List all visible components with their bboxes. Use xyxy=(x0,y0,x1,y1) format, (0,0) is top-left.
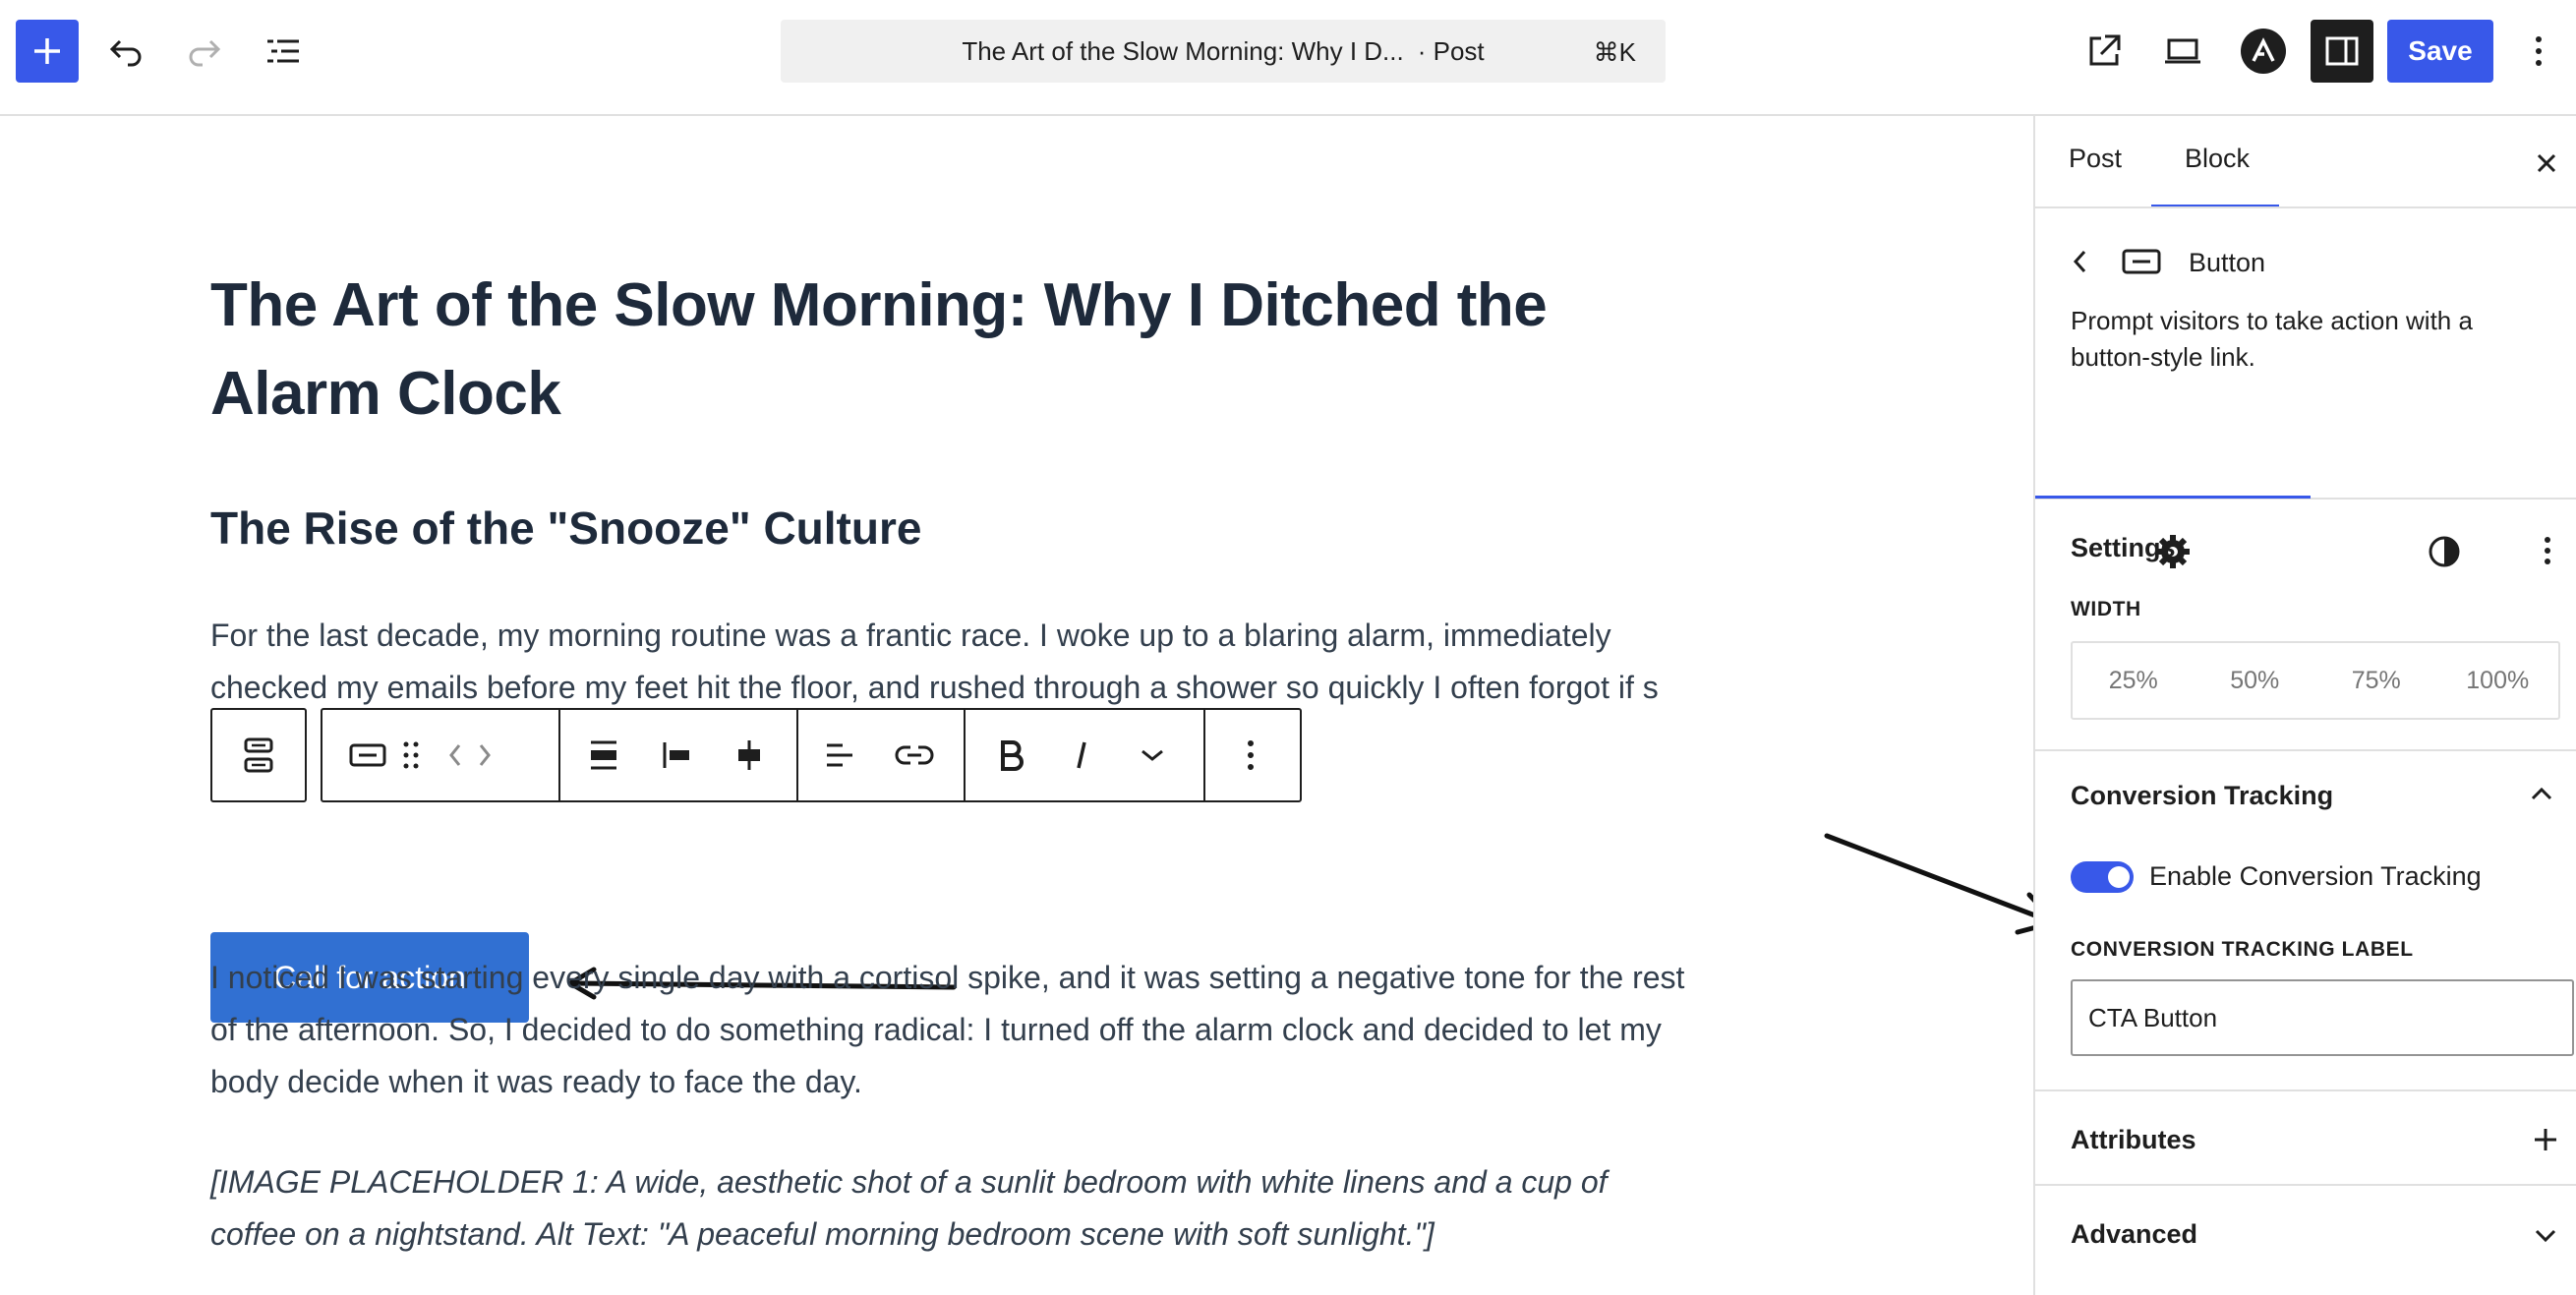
device-preview-button[interactable] xyxy=(2151,20,2214,83)
justify-space-icon xyxy=(591,740,616,770)
sidebar-icon xyxy=(2325,36,2359,66)
contrast-icon xyxy=(2429,536,2460,567)
tracking-label-input[interactable]: CTA Button xyxy=(2071,979,2574,1056)
enable-tracking-toggle[interactable] xyxy=(2071,861,2134,893)
move-right-button[interactable] xyxy=(470,726,499,785)
block-toolbar-group-options xyxy=(1203,710,1298,800)
justify-left-icon xyxy=(663,742,689,768)
chevron-left-icon xyxy=(449,744,461,766)
image-placeholder-paragraph[interactable]: [IMAGE PLACEHOLDER 1: A wide, aesthetic … xyxy=(210,1156,1685,1261)
back-button[interactable] xyxy=(2071,246,2094,277)
post-title[interactable]: The Art of the Slow Morning: Why I Ditch… xyxy=(210,262,1666,439)
buttons-block-icon xyxy=(244,737,273,773)
desktop-icon xyxy=(2165,38,2200,64)
chevron-right-icon xyxy=(479,744,491,766)
close-sidebar-button[interactable] xyxy=(2527,144,2566,183)
more-vertical-icon xyxy=(2545,537,2550,564)
redo-button[interactable] xyxy=(173,20,236,83)
editor-canvas: The Art of the Slow Morning: Why I Ditch… xyxy=(0,116,2058,1295)
plugin-logo-button[interactable] xyxy=(2232,20,2295,83)
block-type-button[interactable] xyxy=(338,726,397,785)
block-toolbar-group-block xyxy=(322,710,560,800)
block-toolbar-group-format xyxy=(964,710,1205,800)
redo-icon xyxy=(189,39,221,67)
plus-icon xyxy=(34,38,60,64)
settings-sidebar: Post Block Button Prompt visitors to tak… xyxy=(2033,116,2576,1295)
italic-button[interactable] xyxy=(1052,726,1111,785)
expand-advanced-button[interactable] xyxy=(2531,1223,2562,1247)
width-option-50[interactable]: 50% xyxy=(2195,643,2316,718)
plus-icon xyxy=(2535,1129,2556,1150)
width-button-group: 25% 50% 75% 100% xyxy=(2071,641,2560,720)
bold-icon xyxy=(1001,740,1024,771)
chevron-down-icon xyxy=(2535,1229,2556,1243)
link-icon xyxy=(895,745,934,765)
active-subtab-indicator xyxy=(2035,496,2311,499)
block-inserter-button[interactable] xyxy=(16,20,79,83)
align-left-icon xyxy=(827,743,852,767)
advanced-panel-title[interactable]: Advanced xyxy=(2071,1219,2197,1250)
italic-icon xyxy=(1077,741,1086,769)
document-overview-button[interactable] xyxy=(252,20,315,83)
external-link-icon xyxy=(2089,34,2121,66)
document-title: The Art of the Slow Morning: Why I D... xyxy=(962,35,1404,66)
chevron-up-icon xyxy=(2531,787,2552,800)
block-toolbar-group-align xyxy=(558,710,798,800)
expand-attributes-button[interactable] xyxy=(2531,1125,2562,1156)
options-menu-button[interactable] xyxy=(2509,20,2568,83)
block-description: Prompt visitors to take action with a bu… xyxy=(2071,306,2473,372)
document-type: · Post xyxy=(1417,35,1485,66)
settings-panel-title: Settings xyxy=(2071,533,2176,562)
save-button[interactable]: Save xyxy=(2387,20,2493,83)
justify-left-button[interactable] xyxy=(647,726,706,785)
drag-handle[interactable] xyxy=(391,726,431,785)
settings-sidebar-toggle[interactable] xyxy=(2311,20,2373,83)
block-toolbar xyxy=(321,708,1302,802)
block-name: Button xyxy=(2189,248,2266,277)
align-center-icon xyxy=(738,740,760,770)
link-button[interactable] xyxy=(885,726,944,785)
width-option-25[interactable]: 25% xyxy=(2073,643,2195,718)
vertical-align-button[interactable] xyxy=(720,726,779,785)
settings-options-button[interactable] xyxy=(2533,533,2562,568)
undo-button[interactable] xyxy=(94,20,157,83)
width-label: WIDTH xyxy=(2071,598,2141,620)
command-shortcut: ⌘K xyxy=(1593,37,1636,67)
chevron-down-icon xyxy=(1142,749,1163,761)
justify-button[interactable] xyxy=(574,726,633,785)
text-align-button[interactable] xyxy=(810,726,869,785)
command-palette-bar[interactable]: The Art of the Slow Morning: Why I D... … xyxy=(781,20,1666,83)
more-vertical-icon xyxy=(1248,740,1254,770)
drag-handle-icon xyxy=(403,741,419,769)
block-toolbar-group-text xyxy=(796,710,966,800)
button-block-icon xyxy=(349,743,386,767)
tab-post[interactable]: Post xyxy=(2069,144,2122,174)
plugin-logo-icon xyxy=(2241,29,2286,74)
select-parent-block-button[interactable] xyxy=(210,708,307,802)
chevron-left-icon xyxy=(2073,250,2086,273)
block-options-button[interactable] xyxy=(1221,726,1280,785)
width-option-75[interactable]: 75% xyxy=(2315,643,2437,718)
close-icon xyxy=(2537,153,2556,173)
attributes-panel-title[interactable]: Attributes xyxy=(2071,1125,2196,1155)
toggle-knob xyxy=(2108,866,2130,888)
tab-block[interactable]: Block xyxy=(2185,144,2250,174)
conversion-panel-title[interactable]: Conversion Tracking xyxy=(2071,781,2333,811)
paragraph-block[interactable]: I noticed I was starting every single da… xyxy=(210,952,1685,1108)
collapse-panel-button[interactable] xyxy=(2527,783,2562,812)
button-block-icon xyxy=(2122,248,2161,275)
more-formatting-button[interactable] xyxy=(1123,726,1182,785)
view-post-button[interactable] xyxy=(2073,20,2136,83)
editor-header: The Art of the Slow Morning: Why I D... … xyxy=(0,0,2576,116)
list-view-icon xyxy=(267,39,299,63)
bold-button[interactable] xyxy=(981,726,1040,785)
enable-tracking-label: Enable Conversion Tracking xyxy=(2149,861,2482,891)
tracking-label-caption: CONVERSION TRACKING LABEL xyxy=(2071,938,2414,961)
move-left-button[interactable] xyxy=(440,726,470,785)
undo-icon xyxy=(109,39,142,67)
more-vertical-icon xyxy=(2536,36,2542,66)
width-option-100[interactable]: 100% xyxy=(2437,643,2559,718)
heading-block[interactable]: The Rise of the "Snooze" Culture xyxy=(210,501,921,555)
